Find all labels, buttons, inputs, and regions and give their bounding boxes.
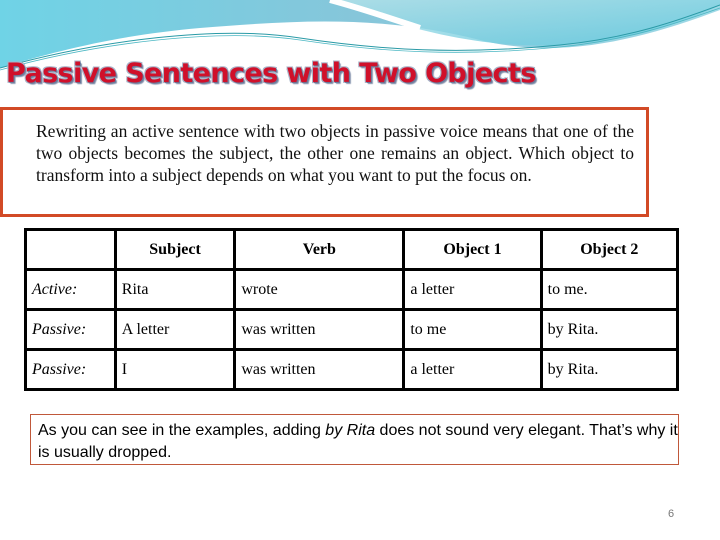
table-row: Passive: I was written a letter by Rita. [24, 348, 680, 391]
row-label: Active: [24, 268, 117, 311]
table-cell: I [113, 348, 237, 391]
table-header-cell: Object 2 [539, 228, 680, 271]
table-cell: to me. [539, 268, 680, 311]
grammar-table: Subject Verb Object 1 Object 2 Active: R… [24, 228, 680, 391]
table-cell: a letter [402, 268, 543, 311]
table-header-cell: Object 1 [402, 228, 543, 271]
note-box: As you can see in the examples, adding b… [30, 414, 679, 465]
note-emphasis: by Rita [325, 422, 376, 439]
intro-box: Rewriting an active sentence with two ob… [0, 107, 649, 217]
note-text-before: As you can see in the examples, adding [38, 422, 326, 439]
table-row: Active: Rita wrote a letter to me. [24, 268, 680, 311]
table-cell: was written [233, 308, 406, 351]
table-cell: was written [233, 348, 406, 391]
table-cell: a letter [402, 348, 543, 391]
table-header-cell: Subject [113, 228, 237, 271]
table-cell: by Rita. [539, 308, 680, 351]
table-header-cell: Verb [233, 228, 406, 271]
table-cell: wrote [233, 268, 406, 311]
slide-title: Passive Sentences with Two Objects [6, 58, 536, 89]
table-cell: by Rita. [539, 348, 680, 391]
table-cell: Rita [113, 268, 237, 311]
table-header-cell [24, 228, 117, 271]
row-label: Passive: [24, 308, 117, 351]
row-label: Passive: [24, 348, 117, 391]
table-header-row: Subject Verb Object 1 Object 2 [24, 228, 680, 271]
page-number: 6 [668, 508, 675, 520]
table-cell: A letter [113, 308, 237, 351]
decorative-wave-header [0, 0, 720, 71]
intro-text: Rewriting an active sentence with two ob… [36, 121, 634, 185]
table-cell: to me [402, 308, 543, 351]
table-row: Passive: A letter was written to me by R… [24, 308, 680, 351]
